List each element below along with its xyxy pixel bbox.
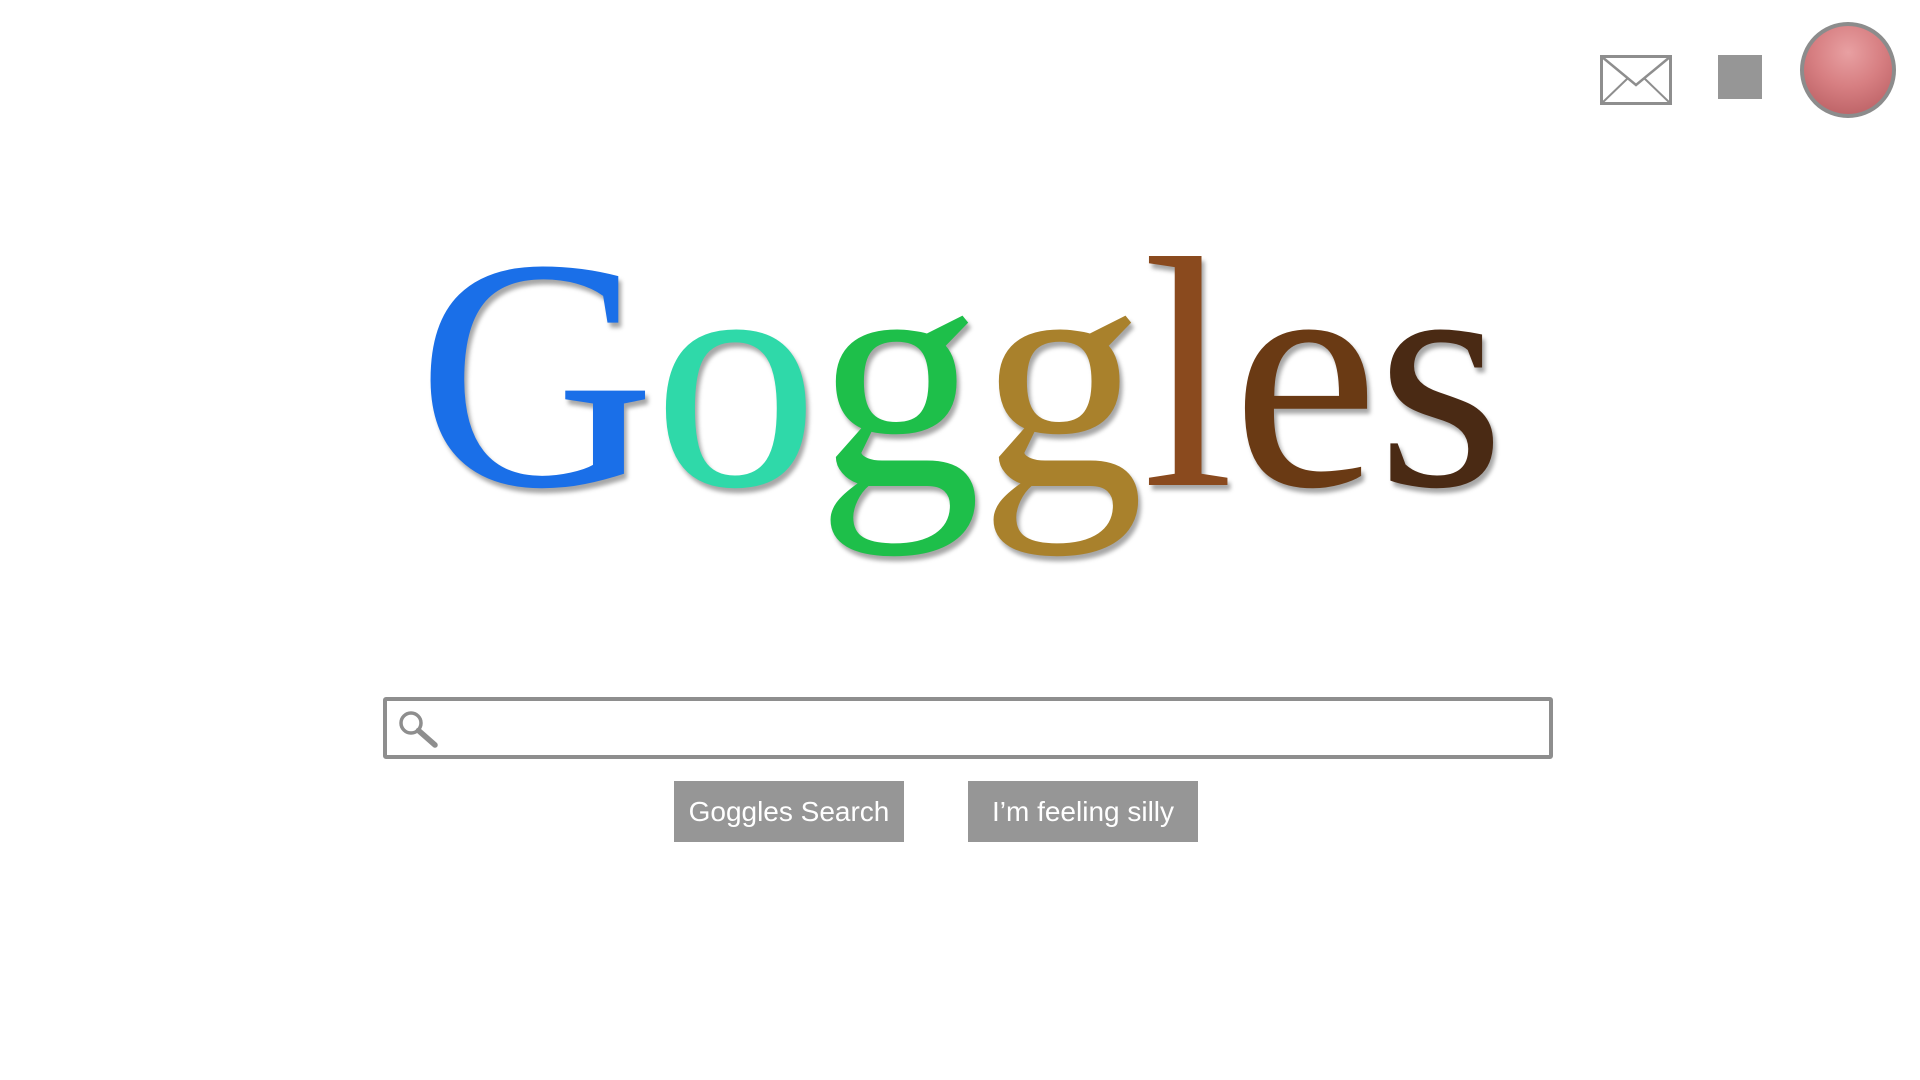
logo-letter: o	[653, 192, 818, 557]
logo-letter: G	[417, 192, 655, 557]
logo-letter: g	[979, 192, 1144, 557]
search-box[interactable]	[383, 697, 1553, 759]
logo-letter: l	[1142, 192, 1234, 557]
logo-letter: e	[1232, 192, 1378, 557]
goggles-home-page: Goggles Goggles Search I’m feeling silly	[0, 0, 1920, 1080]
apps-square-icon[interactable]	[1718, 55, 1762, 99]
logo-letter: s	[1376, 192, 1505, 557]
user-avatar[interactable]	[1800, 22, 1896, 118]
magnifier-icon	[399, 711, 438, 748]
goggles-logo: Goggles	[0, 210, 1920, 540]
search-input[interactable]	[447, 701, 1547, 757]
goggles-search-button[interactable]: Goggles Search	[674, 781, 904, 842]
feeling-silly-button[interactable]: I’m feeling silly	[968, 781, 1198, 842]
envelope-icon[interactable]	[1600, 55, 1672, 105]
logo-letter: g	[816, 192, 981, 557]
